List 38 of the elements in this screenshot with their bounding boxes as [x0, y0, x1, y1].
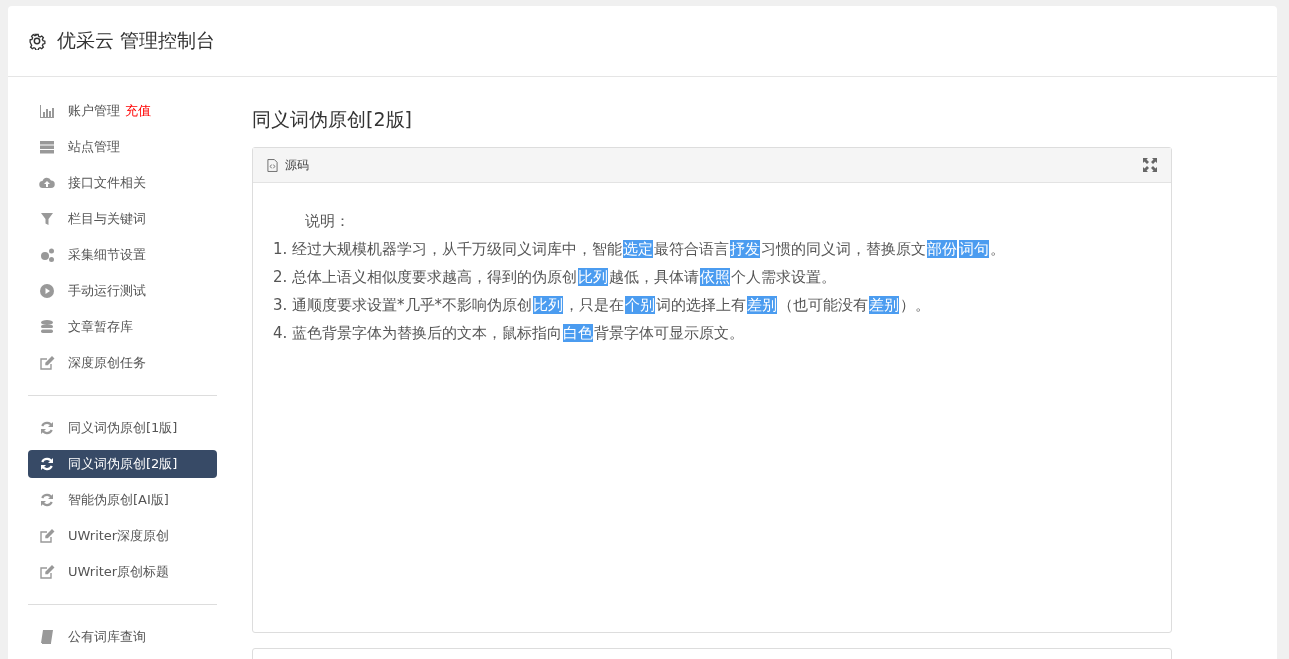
sidebar-item[interactable]: 公有词库查询 — [28, 623, 217, 651]
file-code-icon — [267, 158, 278, 172]
sidebar-item[interactable]: UWriter原创标题 — [28, 558, 217, 586]
source-button[interactable]: 源码 — [267, 156, 309, 174]
explanation-line: 4. 蓝色背景字体为替换后的文本，鼠标指向 白色背景字体可显示原文。 — [273, 323, 746, 344]
console-title: 优采云 管理控制台 — [57, 28, 216, 53]
edit-icon — [39, 355, 55, 371]
sidebar-item[interactable]: 手动运行测试 — [28, 277, 217, 305]
settings-icon — [28, 32, 46, 50]
cloud-icon — [39, 175, 55, 191]
sidebar-item[interactable]: 接口文件相关 — [28, 169, 217, 197]
edit-icon — [39, 528, 55, 544]
sidebar-item[interactable]: 智能伪原创[AI版] — [28, 486, 217, 514]
explanation-line: 2. 总体上语义相似度要求越高，得到的伪原创比列越低，具体请依照个人需求设置。 — [273, 267, 838, 288]
refresh-icon — [39, 492, 55, 508]
sidebar-item[interactable]: 账户管理 充值 — [28, 97, 217, 125]
refresh-icon — [39, 420, 55, 436]
fullscreen-icon[interactable] — [1143, 158, 1157, 172]
sidebar-item[interactable]: 深度原创任务 — [28, 349, 217, 377]
sidebar-item[interactable]: 同义词伪原创[1版] — [28, 414, 217, 442]
sidebar-item[interactable]: 栏目与关键词 — [28, 205, 217, 233]
chart-icon — [39, 103, 55, 119]
server-icon — [39, 139, 55, 155]
sidebar-item[interactable]: 同义词伪原创[2版] — [28, 450, 217, 478]
database-icon — [39, 319, 55, 335]
sidebar-item[interactable]: 文章暂存库 — [28, 313, 217, 341]
explanation-line: 1. 经过大规模机器学习，从千万级同义词库中，智能选定最符合语言抒发习惯的同义词，替换原文部份词句。 — [273, 239, 1007, 260]
edit-icon — [39, 564, 55, 580]
refresh-icon — [39, 456, 55, 472]
sidebar-item[interactable]: 站点管理 — [28, 133, 217, 161]
explanation-line: 3. 通顺度要求设置*几乎*不影响伪原创比列，只是在个别词的选择上有差别（也可能没有差别）。 — [273, 295, 932, 316]
page-title: 同义词伪原创[2版] — [252, 107, 413, 132]
sidebar-item[interactable]: 采集细节设置 — [28, 241, 217, 269]
filter-icon — [39, 211, 55, 227]
play-icon — [39, 283, 55, 299]
explanation-heading: 说明： — [304, 211, 351, 232]
sidebar-item[interactable]: UWriter深度原创 — [28, 522, 217, 550]
recharge-link[interactable]: 充值 — [125, 102, 151, 120]
